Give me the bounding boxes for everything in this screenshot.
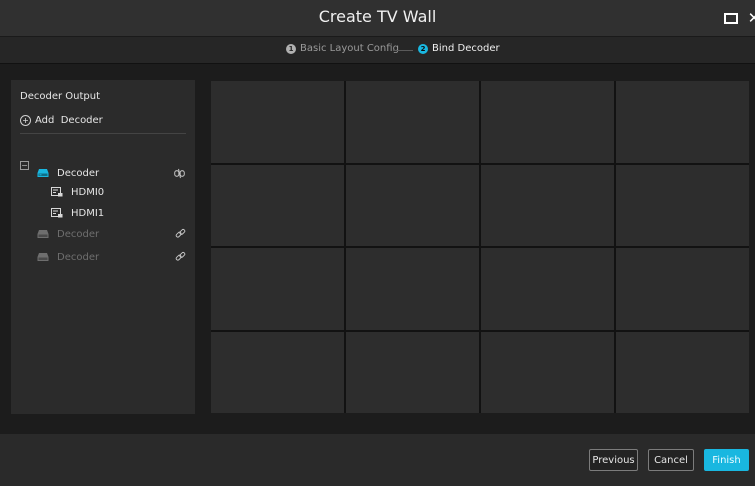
step-basic-layout-config: 1 Basic Layout Config xyxy=(286,43,399,54)
decoder-output-panel: Decoder Output + Add Decoder − Decoder H… xyxy=(11,80,195,414)
tv-wall-cell[interactable] xyxy=(211,81,344,163)
tree-item-hdmi0[interactable]: HDMI0 xyxy=(51,185,104,199)
tv-wall-cell[interactable] xyxy=(211,164,344,246)
tv-wall-cell[interactable] xyxy=(481,164,614,246)
unlink-icon[interactable] xyxy=(174,168,185,179)
collapse-toggle-icon[interactable]: − xyxy=(20,161,29,170)
tree-item-label: HDMI1 xyxy=(71,207,105,219)
title-bar: Create TV Wall ✕ xyxy=(0,0,755,37)
tv-wall-cell[interactable] xyxy=(616,248,749,330)
maximize-icon[interactable] xyxy=(722,9,740,27)
add-circle-icon: + xyxy=(20,115,31,126)
close-icon[interactable]: ✕ xyxy=(745,9,755,27)
tv-wall-cell[interactable] xyxy=(211,248,344,330)
cancel-button[interactable]: Cancel xyxy=(648,449,694,471)
tv-wall-cell[interactable] xyxy=(481,81,614,163)
step-label: Bind Decoder xyxy=(432,43,500,54)
panel-title: Decoder Output xyxy=(20,91,100,102)
tv-wall-cell[interactable] xyxy=(616,81,749,163)
hdmi-output-icon xyxy=(51,208,63,218)
hdmi-output-icon xyxy=(51,187,63,197)
add-decoder-button[interactable]: + Add Decoder xyxy=(20,115,103,126)
tv-wall-cell[interactable] xyxy=(346,164,479,246)
tree-item-label: Decoder xyxy=(57,228,100,240)
tv-wall-cell[interactable] xyxy=(211,331,344,413)
tv-wall-grid xyxy=(211,81,749,413)
tree-item-decoder[interactable]: Decoder xyxy=(37,227,99,241)
step-bind-decoder: 2 Bind Decoder xyxy=(418,43,500,54)
wizard-stepper: 1 Basic Layout Config 2 Bind Decoder xyxy=(0,37,755,64)
footer-bar: Previous Cancel Finish xyxy=(0,434,755,486)
tv-wall-cell[interactable] xyxy=(346,331,479,413)
link-icon[interactable] xyxy=(175,251,186,262)
link-icon[interactable] xyxy=(175,228,186,239)
dialog-title: Create TV Wall xyxy=(318,7,437,26)
tv-wall-cell[interactable] xyxy=(616,331,749,413)
previous-button[interactable]: Previous xyxy=(589,449,638,471)
tree-item-label: HDMI0 xyxy=(71,186,105,198)
step-number-badge: 1 xyxy=(286,43,296,54)
step-label: Basic Layout Config xyxy=(300,43,399,54)
tree-item-decoder[interactable]: Decoder xyxy=(37,166,99,180)
tree-item-label: Decoder xyxy=(57,251,100,263)
tree-item-decoder[interactable]: Decoder xyxy=(37,250,99,264)
tv-wall-cell[interactable] xyxy=(616,164,749,246)
step-number-badge: 2 xyxy=(418,43,428,54)
add-decoder-label: Add Decoder xyxy=(35,115,103,126)
decoder-icon xyxy=(37,229,49,239)
tree-item-hdmi1[interactable]: HDMI1 xyxy=(51,206,104,220)
tv-wall-cell[interactable] xyxy=(481,248,614,330)
create-tv-wall-dialog: Create TV Wall ✕ 1 Basic Layout Config 2… xyxy=(0,0,755,486)
tree-item-label: Decoder xyxy=(57,167,100,179)
decoder-icon xyxy=(37,168,49,178)
step-connector xyxy=(393,50,413,51)
finish-button[interactable]: Finish xyxy=(704,449,749,471)
divider xyxy=(20,133,186,134)
content-area: Decoder Output + Add Decoder − Decoder H… xyxy=(0,64,755,434)
tv-wall-cell[interactable] xyxy=(481,331,614,413)
tv-wall-cell[interactable] xyxy=(346,81,479,163)
decoder-icon xyxy=(37,252,49,262)
tv-wall-cell[interactable] xyxy=(346,248,479,330)
